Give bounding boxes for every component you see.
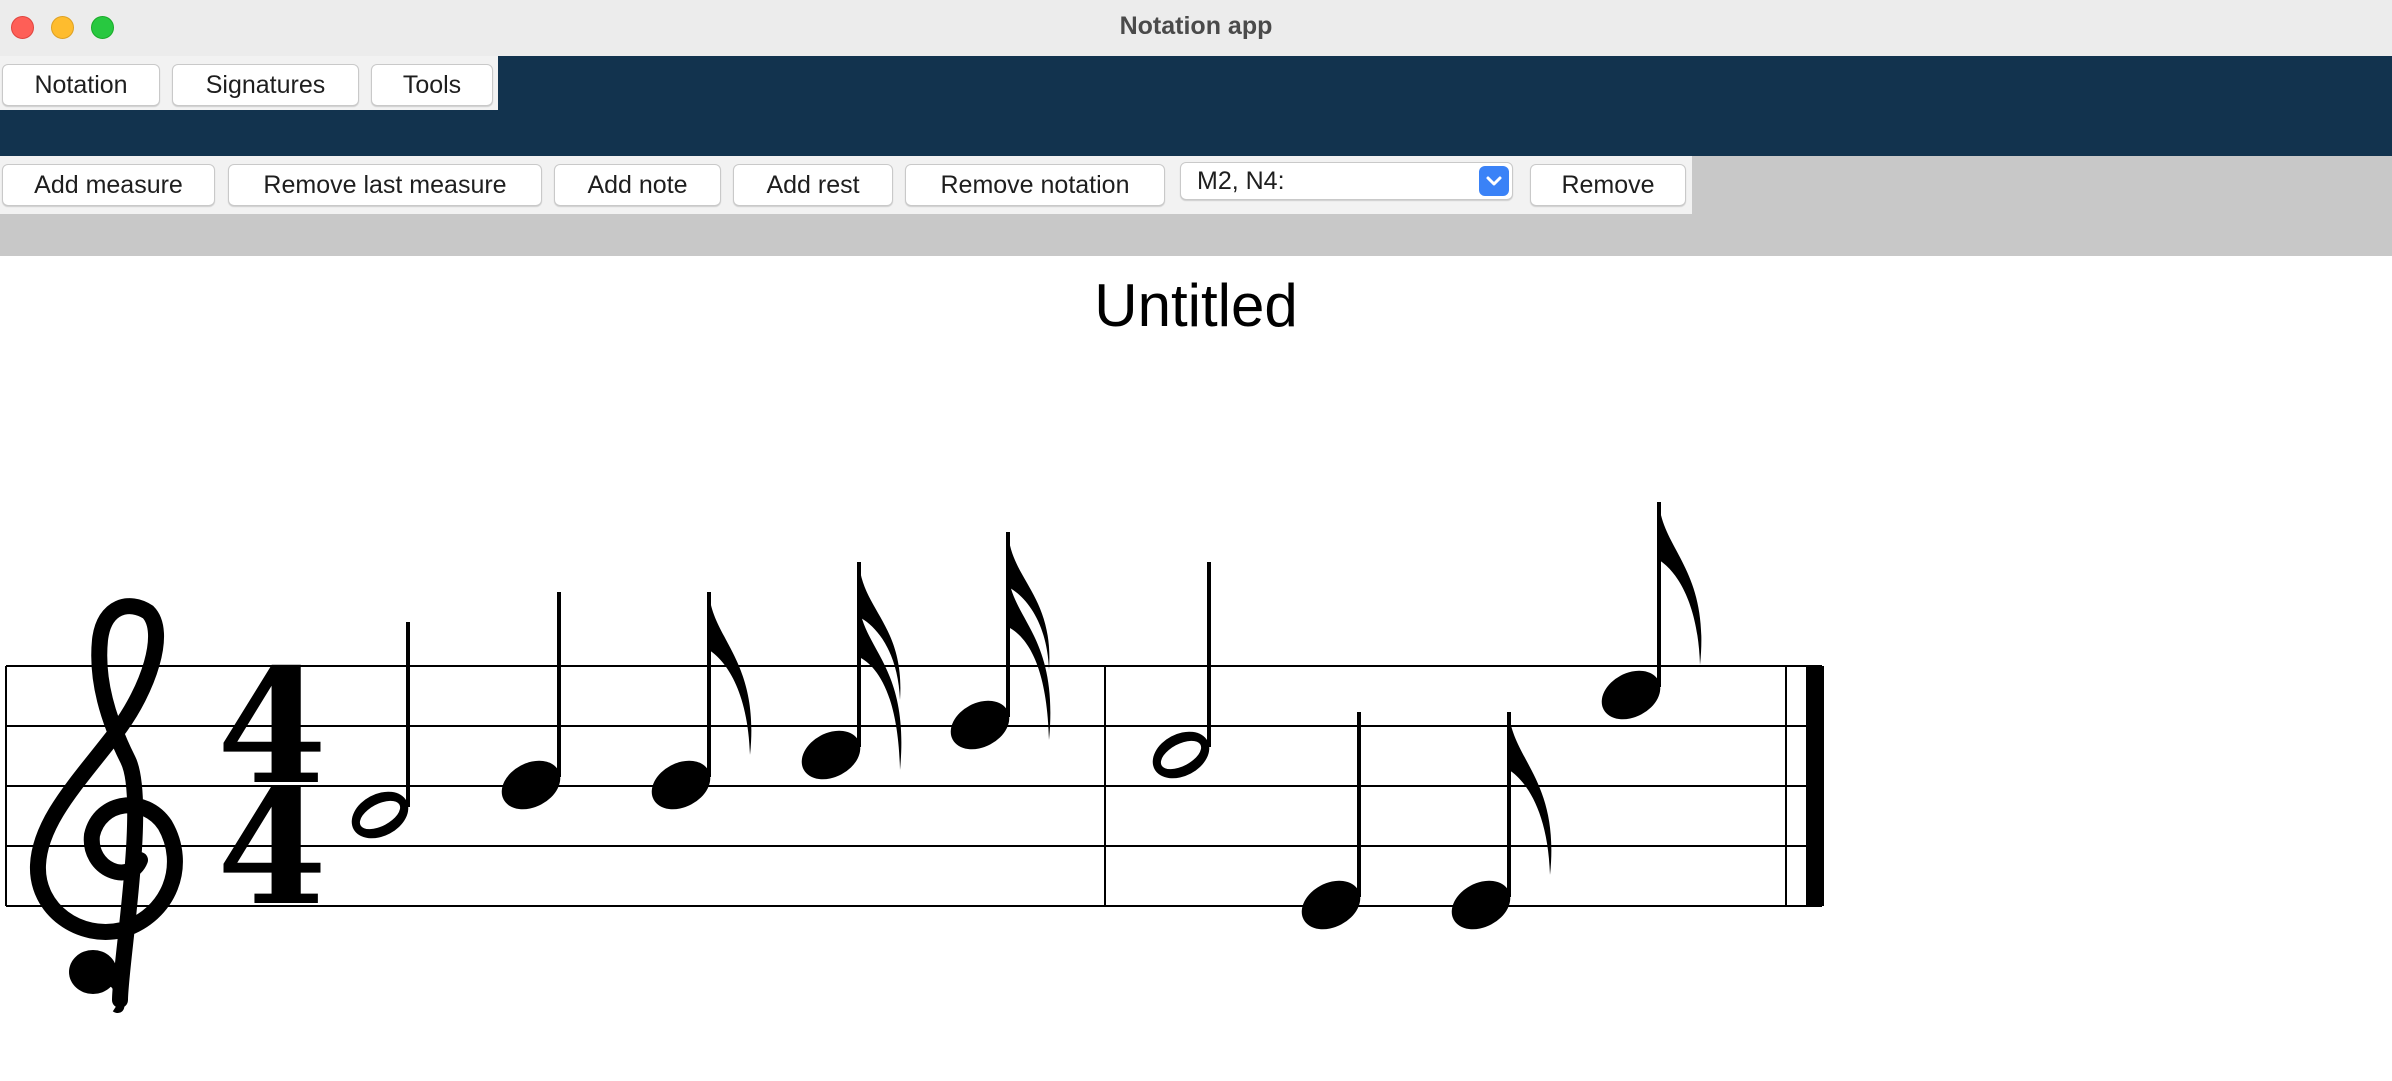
note-sixteenth-2[interactable] — [942, 532, 1051, 759]
note-eighth-2[interactable] — [1443, 712, 1552, 939]
notation-selector-value: M2, N4: — [1197, 167, 1285, 195]
note-half-1[interactable] — [344, 622, 417, 848]
note-eighth-3[interactable] — [1593, 502, 1702, 729]
note-sixteenth-1[interactable] — [793, 562, 902, 789]
tab-bar: Notation Signatures Tools — [0, 56, 2392, 156]
add-rest-button[interactable]: Add rest — [733, 164, 893, 206]
title-bar: Notation app — [0, 0, 2392, 57]
remove-last-measure-button[interactable]: Remove last measure — [228, 164, 542, 206]
add-measure-button[interactable]: Add measure — [2, 164, 215, 206]
remove-notation-button[interactable]: Remove notation — [905, 164, 1165, 206]
music-staff[interactable]: 4 4 — [0, 480, 1900, 1040]
final-barline-thick — [1806, 666, 1824, 906]
window-title: Notation app — [1119, 12, 1273, 40]
tool-strip: Add measure Remove last measure Add note… — [0, 156, 1692, 214]
time-signature-denominator: 4 — [217, 756, 327, 941]
tab-strip: Notation Signatures Tools — [0, 56, 498, 110]
score-title: Untitled — [1094, 272, 1298, 339]
tab-signatures[interactable]: Signatures — [172, 64, 359, 106]
tab-notation[interactable]: Notation — [2, 64, 160, 106]
add-note-button[interactable]: Add note — [554, 164, 721, 206]
remove-button[interactable]: Remove — [1530, 164, 1686, 206]
tab-tools[interactable]: Tools — [371, 64, 493, 106]
note-quarter-2[interactable] — [1293, 712, 1368, 939]
chevron-down-icon[interactable] — [1479, 166, 1509, 196]
toolbar: Add measure Remove last measure Add note… — [0, 156, 2392, 256]
notation-selector[interactable]: M2, N4: — [1180, 162, 1513, 200]
note-eighth-1[interactable] — [643, 592, 752, 819]
note-quarter-1[interactable] — [493, 592, 568, 819]
note-half-2[interactable] — [1145, 562, 1218, 788]
